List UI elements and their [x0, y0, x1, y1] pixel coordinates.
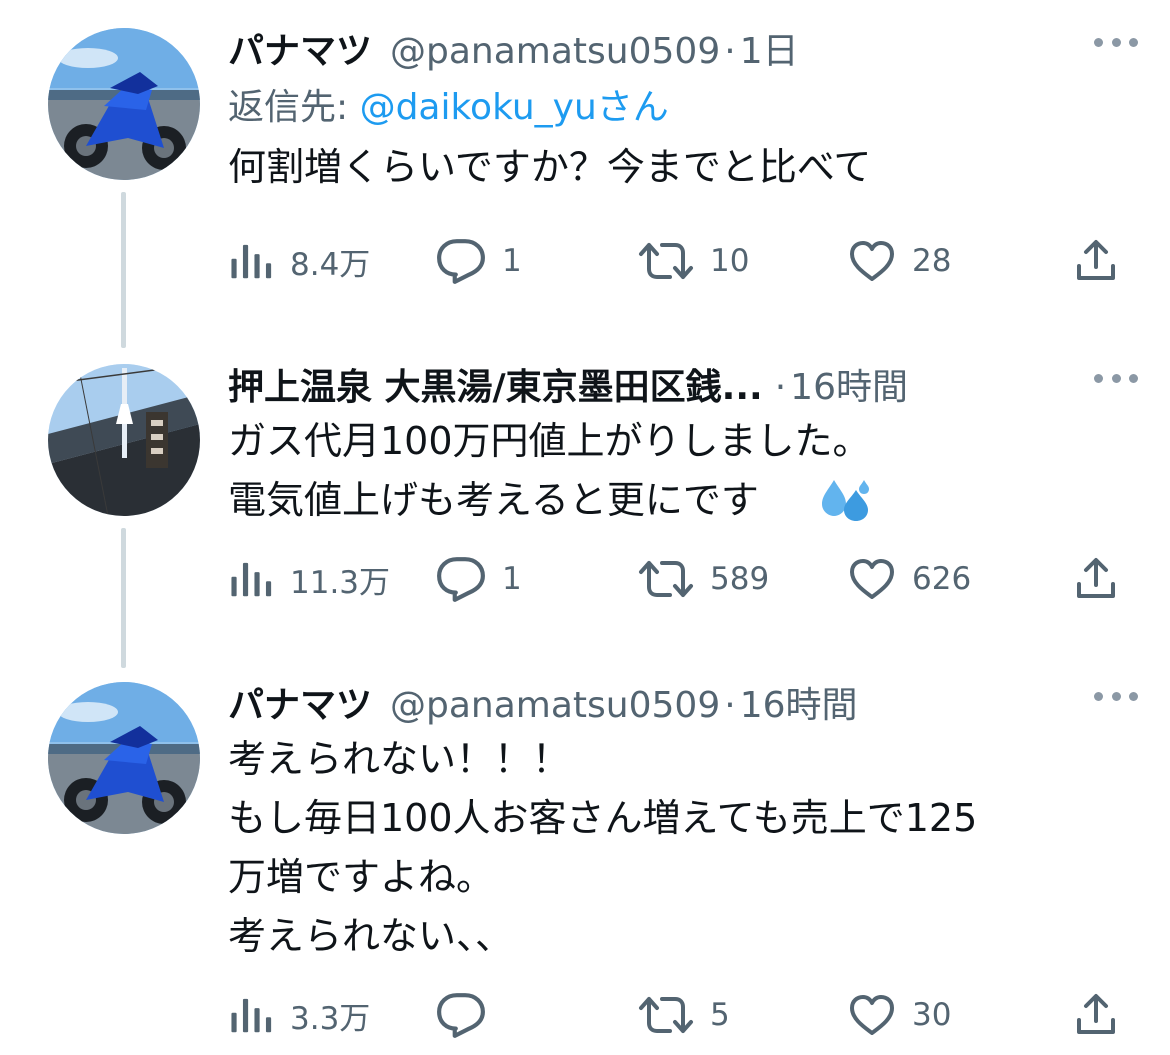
timestamp[interactable]: 1日 [740, 22, 799, 74]
heart-icon [848, 239, 896, 283]
retweet-icon [638, 557, 694, 601]
views-count: 8.4万 [290, 246, 371, 283]
separator-dot: · [724, 31, 736, 72]
reply-count: 1 [502, 561, 522, 597]
views-button[interactable]: 3.3万 [228, 990, 370, 1040]
share-button[interactable] [1074, 554, 1118, 604]
retweet-count: 5 [710, 997, 730, 1033]
timestamp[interactable]: 16時間 [790, 358, 908, 410]
views-count: 3.3万 [290, 1000, 371, 1037]
more-options-icon[interactable] [1094, 372, 1138, 384]
views-button[interactable]: 11.3万 [228, 554, 390, 604]
views-icon [228, 556, 274, 602]
tweet-text: ガス代月100万円値上がりしました。 電気値上げも考えると更にです [228, 419, 871, 522]
share-icon [1074, 993, 1118, 1037]
reply-count: 1 [502, 243, 522, 279]
tweet-text: 考えられない！！！ もし毎日100人お客さん増えても売上で125 万増ですよね。… [228, 737, 978, 958]
avatar[interactable] [48, 28, 200, 180]
like-count: 28 [912, 243, 952, 279]
heart-icon [848, 993, 896, 1037]
share-icon [1074, 239, 1118, 283]
avatar[interactable] [48, 682, 200, 834]
retweet-button[interactable]: 589 [638, 554, 769, 604]
separator-dot: · [724, 685, 736, 726]
reply-button[interactable]: 1 [436, 236, 522, 286]
reply-to-suffix: さん [596, 87, 669, 128]
display-name[interactable]: パナマツ [228, 676, 372, 728]
retweet-count: 589 [710, 561, 770, 597]
more-options-icon[interactable] [1094, 690, 1138, 702]
tweet-text-block: ガス代月100万円値上がりしました。 電気値上げも考えると更にです [228, 412, 1128, 530]
retweet-button[interactable]: 10 [638, 236, 749, 286]
views-button[interactable]: 8.4万 [228, 236, 370, 286]
reply-to-mention[interactable]: @daikoku_yu [360, 87, 597, 128]
user-handle[interactable]: @panamatsu0509 [390, 685, 720, 726]
like-button[interactable]: 626 [848, 554, 971, 604]
display-name[interactable]: パナマツ [228, 22, 372, 74]
display-name[interactable]: 押上温泉 大黒湯/東京墨田区銭... [228, 358, 763, 410]
views-count: 11.3万 [290, 564, 391, 601]
like-count: 30 [912, 997, 952, 1033]
views-icon [228, 992, 274, 1038]
reply-icon [436, 238, 486, 284]
retweet-button[interactable]: 5 [638, 990, 730, 1040]
reply-button[interactable] [436, 990, 502, 1040]
user-handle[interactable]: @panamatsu0509 [390, 31, 720, 72]
reply-icon [436, 992, 486, 1038]
like-button[interactable]: 30 [848, 990, 951, 1040]
reply-button[interactable]: 1 [436, 554, 522, 604]
retweet-icon [638, 239, 694, 283]
like-count: 626 [912, 561, 972, 597]
separator-dot: · [774, 367, 787, 408]
timestamp[interactable]: 16時間 [740, 676, 858, 728]
views-icon [228, 238, 274, 284]
thread-line [121, 528, 126, 668]
like-button[interactable]: 28 [848, 236, 951, 286]
share-icon [1074, 557, 1118, 601]
tweet-text: 何割増くらいですか？今までと比べて [228, 145, 872, 189]
reply-to-prefix: 返信先: [228, 87, 360, 128]
share-button[interactable] [1074, 990, 1118, 1040]
reply-to-line: 返信先: @daikoku_yuさん [228, 78, 1128, 128]
reply-icon [436, 556, 486, 602]
thread-line [121, 192, 126, 348]
retweet-icon [638, 993, 694, 1037]
heart-icon [848, 557, 896, 601]
avatar[interactable] [48, 364, 200, 516]
retweet-count: 10 [710, 243, 750, 279]
more-options-icon[interactable] [1094, 36, 1138, 48]
sweat-droplets-icon [822, 480, 869, 521]
share-button[interactable] [1074, 236, 1118, 286]
